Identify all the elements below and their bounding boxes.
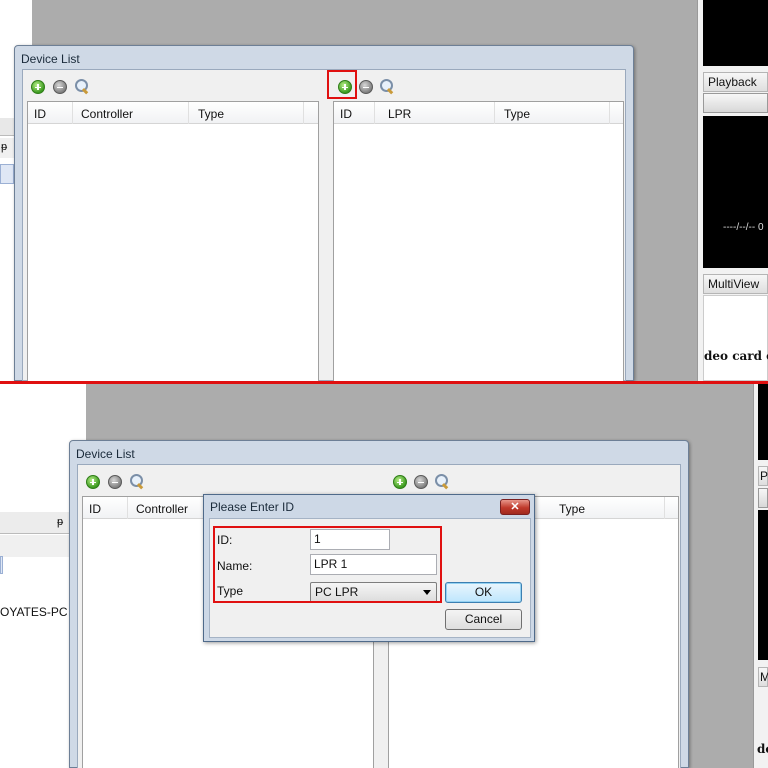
ok-button[interactable]: OK (445, 582, 522, 603)
column-header-lpr[interactable]: LPR (388, 107, 411, 121)
window-body: ID Controller Type ID LPR Type (22, 69, 626, 381)
device-list-window: Device List ID Controller Type (14, 45, 634, 381)
window-title: Device List (76, 447, 135, 461)
dialog-title: Please Enter ID (210, 500, 295, 514)
left-panel-header (0, 118, 14, 136)
bottom-screenshot: ᵽ OYATES-PC P M de Device List ID Cont (0, 384, 768, 768)
computer-name[interactable]: OYATES-PC (0, 605, 68, 619)
left-panel-pin-row: ᵽ (0, 138, 14, 158)
column-header-controller[interactable]: Controller (81, 107, 133, 121)
remove-icon[interactable] (53, 80, 67, 94)
left-panel-header: ᵽ (0, 512, 70, 534)
playback-time: ----/--/-- 0 (723, 222, 764, 233)
add-button-highlight (327, 70, 357, 99)
list-header: ID Controller Type (28, 102, 318, 124)
video-card-text: de (757, 742, 768, 756)
playback-video: ----/--/-- 0 (703, 116, 768, 268)
live-video-area (703, 0, 768, 66)
add-icon[interactable] (31, 80, 45, 94)
remove-icon[interactable] (359, 80, 373, 94)
cancel-button[interactable]: Cancel (445, 609, 522, 630)
column-header-id[interactable]: ID (340, 107, 352, 121)
remove-icon[interactable] (414, 475, 428, 489)
controller-list[interactable]: ID Controller Type (27, 101, 319, 381)
playback-title: Playback (703, 72, 768, 92)
add-icon[interactable] (86, 475, 100, 489)
input-fields-highlight (213, 526, 442, 603)
multiview-title: M (758, 667, 768, 687)
lpr-list[interactable]: ID LPR Type (333, 101, 624, 381)
live-video-area (758, 384, 768, 460)
left-panel-selected-row[interactable] (0, 556, 3, 574)
multiview-area (703, 295, 768, 381)
column-header-type[interactable]: Type (198, 107, 224, 121)
playback-toolbar[interactable] (703, 93, 768, 113)
pin-icon[interactable]: ᵽ (1, 141, 7, 153)
column-header-type[interactable]: Type (559, 502, 585, 516)
column-header-type[interactable]: Type (504, 107, 530, 121)
playback-title: P (758, 466, 768, 486)
window-title: Device List (21, 52, 80, 66)
playback-toolbar[interactable] (758, 488, 768, 508)
search-icon[interactable] (75, 79, 89, 93)
video-card-text: deo card co (704, 349, 768, 363)
left-panel-selected-row[interactable] (0, 164, 14, 184)
remove-icon[interactable] (108, 475, 122, 489)
add-icon[interactable] (393, 475, 407, 489)
search-icon[interactable] (130, 474, 144, 488)
close-icon[interactable] (500, 499, 530, 515)
column-header-id[interactable]: ID (34, 107, 46, 121)
playback-video (758, 510, 768, 660)
multiview-title: MultiView (703, 274, 768, 294)
top-screenshot: ᵽ Playback ----/--/-- 0 MultiView deo ca… (0, 0, 768, 381)
pin-icon[interactable]: ᵽ (57, 516, 63, 528)
left-panel-toolbar (0, 535, 70, 557)
column-header-controller[interactable]: Controller (136, 502, 188, 516)
column-header-id[interactable]: ID (89, 502, 101, 516)
search-icon[interactable] (380, 79, 394, 93)
list-header: ID LPR Type (334, 102, 623, 124)
search-icon[interactable] (435, 474, 449, 488)
